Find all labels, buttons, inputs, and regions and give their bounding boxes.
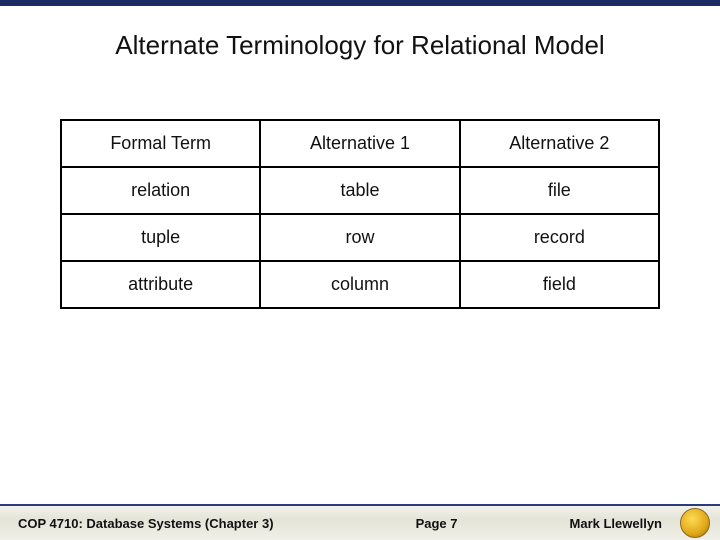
cell: row	[260, 214, 459, 261]
table-row: attribute column field	[61, 261, 659, 308]
cell: table	[260, 167, 459, 214]
cell: attribute	[61, 261, 260, 308]
cell: record	[460, 214, 659, 261]
footer-bar: COP 4710: Database Systems (Chapter 3) P…	[0, 504, 720, 540]
table-header-row: Formal Term Alternative 1 Alternative 2	[61, 120, 659, 167]
table-row: tuple row record	[61, 214, 659, 261]
col-header-formal: Formal Term	[61, 120, 260, 167]
slide: Alternate Terminology for Relational Mod…	[0, 0, 720, 540]
ucf-logo-icon	[680, 508, 710, 538]
footer-page: Page 7	[274, 516, 570, 531]
cell: field	[460, 261, 659, 308]
table-row: relation table file	[61, 167, 659, 214]
content-area: Formal Term Alternative 1 Alternative 2 …	[0, 69, 720, 540]
slide-title: Alternate Terminology for Relational Mod…	[0, 6, 720, 69]
col-header-alt2: Alternative 2	[460, 120, 659, 167]
cell: column	[260, 261, 459, 308]
cell: tuple	[61, 214, 260, 261]
cell: file	[460, 167, 659, 214]
col-header-alt1: Alternative 1	[260, 120, 459, 167]
cell: relation	[61, 167, 260, 214]
footer-course: COP 4710: Database Systems (Chapter 3)	[18, 516, 274, 531]
terminology-table: Formal Term Alternative 1 Alternative 2 …	[60, 119, 660, 309]
